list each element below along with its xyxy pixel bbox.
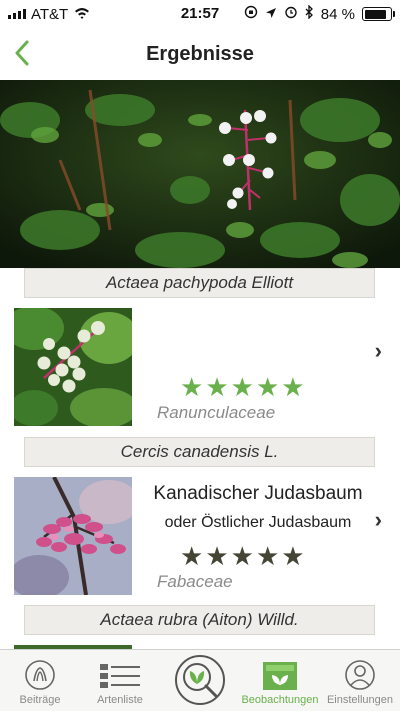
star-icon: ★	[205, 541, 231, 571]
back-button[interactable]	[10, 38, 34, 68]
tab-posts[interactable]: Beiträge	[0, 650, 80, 711]
star-icon: ★	[180, 372, 206, 402]
identify-badge	[175, 655, 225, 705]
battery-icon	[362, 7, 395, 21]
tab-label: Beiträge	[19, 694, 61, 706]
chevron-right-icon[interactable]: ›	[375, 507, 382, 533]
star-icon: ★	[180, 541, 206, 571]
scientific-name-banner: Actaea rubra (Aiton) Willd.	[24, 605, 375, 635]
star-icon: ★	[230, 541, 256, 571]
common-name: Kanadischer Judasbaum	[153, 483, 363, 504]
alarm-icon	[284, 5, 298, 23]
rating-stars: ★★★★★	[180, 374, 307, 400]
page-title: Ergebnisse	[146, 42, 254, 65]
tab-species-list[interactable]: Artenliste	[80, 650, 160, 711]
posts-icon	[25, 660, 55, 690]
identify-leaf-search-icon	[183, 663, 218, 698]
star-icon: ★	[255, 372, 282, 402]
observations-icon	[263, 662, 297, 690]
navigation-bar: Ergebnisse	[0, 28, 400, 80]
scientific-name-banner: Actaea pachypoda Elliott	[24, 268, 375, 298]
tab-observations[interactable]: Beobachtungen	[240, 650, 320, 711]
result-thumbnail	[14, 308, 132, 426]
family-name: Fabaceae	[157, 572, 233, 591]
scientific-name: Actaea pachypoda Elliott	[105, 273, 294, 292]
star-icon: ★	[281, 372, 307, 402]
result-item[interactable]: › ★★★★★ Ranunculaceae	[0, 308, 400, 440]
bluetooth-icon	[305, 4, 314, 23]
orientation-lock-icon	[244, 5, 258, 23]
star-icon: ★	[230, 372, 256, 402]
chevron-right-icon[interactable]: ›	[375, 338, 382, 364]
settings-profile-icon	[345, 660, 375, 690]
tab-label: Einstellungen	[326, 694, 394, 706]
wifi-icon	[74, 6, 90, 23]
location-icon	[265, 6, 277, 23]
battery-level	[364, 9, 386, 19]
chevron-left-icon	[15, 40, 29, 66]
common-name-alt: oder Östlicher Judasbaum	[164, 514, 352, 531]
family-name: Ranunculaceae	[157, 403, 276, 422]
tab-bar: Beiträge Artenliste Beobachtungen Einste…	[0, 649, 400, 711]
scientific-name-banner: Cercis canadensis L.	[24, 437, 375, 467]
battery-percent: 84 %	[320, 5, 355, 23]
tab-settings[interactable]: Einstellungen	[320, 650, 400, 711]
tab-label: Artenliste	[97, 694, 143, 706]
status-bar: AT&T 21:57 84 %	[0, 0, 400, 28]
signal-icon	[8, 9, 26, 19]
rating-stars: ★★★★★	[180, 543, 307, 569]
species-list-icon	[100, 664, 140, 688]
star-icon: ★	[205, 372, 231, 402]
scientific-name: Cercis canadensis L.	[120, 442, 279, 461]
hero-plant-photo[interactable]	[0, 80, 400, 268]
carrier-label: AT&T	[31, 5, 69, 23]
tab-identify[interactable]	[160, 650, 240, 711]
result-thumbnail	[14, 477, 132, 595]
star-icon: ★	[281, 541, 307, 571]
result-item[interactable]: Kanadischer Judasbaum oder Östlicher Jud…	[0, 477, 400, 609]
star-icon: ★	[255, 541, 282, 571]
tab-label: Beobachtungen	[241, 694, 319, 706]
scientific-name: Actaea rubra (Aiton) Willd.	[100, 610, 299, 629]
